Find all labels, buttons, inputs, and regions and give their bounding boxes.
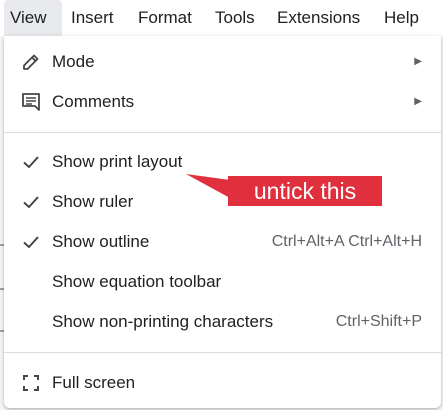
checkmark-icon	[20, 152, 42, 172]
comment-icon	[20, 92, 42, 112]
menu-insert[interactable]: Insert	[65, 0, 120, 36]
menu-item-show-equation-toolbar[interactable]: Show equation toolbar	[4, 262, 441, 302]
menu-tools[interactable]: Tools	[209, 0, 261, 36]
submenu-arrow-icon: ▶	[414, 56, 422, 67]
menu-format[interactable]: Format	[132, 0, 198, 36]
menu-item-label: Show equation toolbar	[52, 272, 222, 291]
menu-item-label: Full screen	[52, 373, 136, 392]
menu-item-mode[interactable]: Mode ▶	[4, 42, 441, 82]
menu-item-show-non-printing-characters[interactable]: Show non-printing characters Ctrl+Shift+…	[4, 302, 441, 342]
menu-divider	[4, 352, 441, 353]
checkmark-icon	[20, 192, 42, 212]
checkmark-icon	[20, 232, 42, 252]
menu-item-label: Comments	[52, 92, 135, 111]
menu-item-comments[interactable]: Comments ▶	[4, 82, 441, 122]
keyboard-shortcut: Ctrl+Alt+A Ctrl+Alt+H	[271, 233, 422, 250]
menu-bar: View Insert Format Tools Extensions Help	[0, 0, 443, 36]
menu-item-label: Show outline	[52, 232, 150, 251]
menu-item-label: Mode	[52, 52, 95, 71]
menu-view[interactable]: View	[4, 0, 62, 36]
menu-item-show-outline[interactable]: Show outline Ctrl+Alt+A Ctrl+Alt+H	[4, 222, 441, 262]
menu-extensions[interactable]: Extensions	[271, 0, 366, 36]
menu-item-full-screen[interactable]: Full screen	[4, 363, 441, 403]
annotation-callout: untick this	[228, 176, 382, 206]
menu-help[interactable]: Help	[378, 0, 425, 36]
keyboard-shortcut: Ctrl+Shift+P	[335, 313, 422, 330]
menu-item-label: Show print layout	[52, 152, 183, 171]
pencil-icon	[20, 52, 42, 72]
fullscreen-icon	[20, 373, 42, 393]
menu-item-label: Show ruler	[52, 192, 134, 211]
submenu-arrow-icon: ▶	[414, 96, 422, 107]
view-dropdown-menu: Mode ▶ Comments ▶ Show print layout Show…	[4, 36, 441, 408]
menu-divider	[4, 132, 441, 133]
menu-item-label: Show non-printing characters	[52, 312, 274, 331]
callout-pointer	[186, 174, 230, 198]
